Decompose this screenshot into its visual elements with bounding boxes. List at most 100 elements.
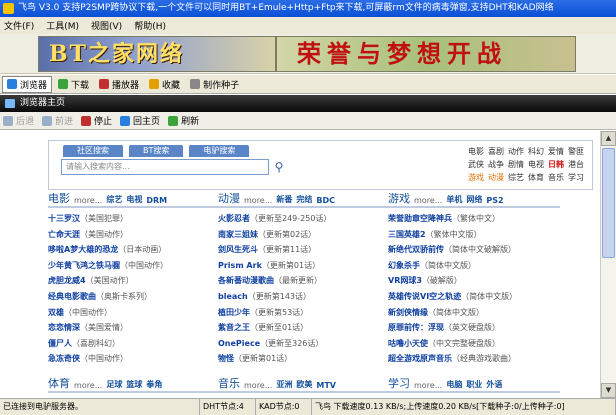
section-title[interactable]: 体育 (48, 378, 70, 391)
item-title[interactable]: 幻象杀手 (388, 261, 420, 270)
section-sub-link[interactable]: 足球 (106, 379, 122, 391)
toolbar-player-button[interactable]: 播放器 (95, 76, 143, 93)
section-title[interactable]: 游戏 (388, 193, 410, 206)
item-title[interactable]: 各新番动漫歌曲 (218, 276, 274, 285)
menu-file[interactable]: 文件(F) (4, 19, 34, 32)
section-sub-link[interactable]: BDC (316, 196, 335, 206)
list-item[interactable]: 火影忍者（更新至249-250话） (218, 211, 390, 227)
list-item[interactable]: 原罪前传：浮现（英文硬盘版） (388, 320, 560, 336)
category-link[interactable]: 动作 (508, 147, 524, 156)
category-link[interactable]: 喜剧 (488, 147, 504, 156)
list-item[interactable]: Prism Ark（更新第01话） (218, 258, 390, 274)
refresh-button[interactable]: 刷新 (168, 114, 199, 127)
section-sub-link[interactable]: MTV (316, 381, 336, 391)
list-item[interactable]: 紫音之王（更新至01话） (218, 320, 390, 336)
section-sub-link[interactable]: 欧美 (296, 379, 312, 391)
section-title[interactable]: 学习 (388, 378, 410, 391)
section-title[interactable]: 动漫 (218, 193, 240, 206)
item-title[interactable]: 僵尸人 (48, 339, 72, 348)
item-title[interactable]: 经典电影歌曲 (48, 292, 96, 301)
section-sub-link[interactable]: 外语 (486, 379, 502, 391)
section-sub-link[interactable]: 综艺 (106, 194, 122, 206)
category-link[interactable]: 动漫 (488, 173, 504, 182)
list-item[interactable]: 咕噜小天使（中文完整硬盘版） (388, 336, 560, 352)
item-title[interactable]: 少年黄飞鸿之铁马骝 (48, 261, 120, 270)
category-link[interactable]: 学习 (568, 173, 584, 182)
list-item[interactable]: 虎胆龙威4（美国动作） (48, 273, 220, 289)
section-sub-link[interactable]: 拳角 (146, 379, 162, 391)
item-title[interactable]: 紫音之王 (218, 323, 250, 332)
section-more-link[interactable]: more... (414, 196, 442, 206)
list-item[interactable]: 三国英雄2（繁体中文版） (388, 227, 560, 243)
list-item[interactable]: 超全游戏原声音乐（经典游戏歌曲） (388, 351, 560, 367)
section-sub-link[interactable]: 电脑 (446, 379, 462, 391)
menu-view[interactable]: 视图(V) (91, 19, 122, 32)
scroll-thumb[interactable] (602, 148, 615, 258)
search-tab[interactable]: 社区搜索 (63, 145, 123, 157)
section-title[interactable]: 音乐 (218, 378, 240, 391)
list-item[interactable]: 新剑侠情缘（简体中文版） (388, 305, 560, 321)
category-link[interactable]: 游戏 (468, 173, 484, 182)
banner-logo[interactable]: BT之家网络 (38, 36, 276, 72)
vertical-scrollbar[interactable]: ▲ ▼ (600, 131, 616, 398)
item-title[interactable]: 虎胆龙威4 (48, 276, 86, 285)
item-title[interactable]: 急冻奇侠 (48, 354, 80, 363)
toolbar-favorite-button[interactable]: 收藏 (145, 76, 184, 93)
list-item[interactable]: 恋恋情深（美国爱情） (48, 320, 220, 336)
item-title[interactable]: 火影忍者 (218, 214, 250, 223)
list-item[interactable]: 急冻奇侠（中国动作） (48, 351, 220, 367)
category-link[interactable]: 科幻 (528, 147, 544, 156)
toolbar-browser-button[interactable]: 浏览器 (2, 75, 53, 93)
list-item[interactable]: 双雄（中国动作） (48, 305, 220, 321)
item-title[interactable]: 荣誉勋章空降神兵 (388, 214, 452, 223)
section-sub-link[interactable]: 完结 (296, 194, 312, 206)
category-link[interactable]: 电视 (528, 160, 544, 169)
list-item[interactable]: bleach（更新第143话） (218, 289, 390, 305)
search-tab[interactable]: 电驴搜索 (189, 145, 250, 157)
list-item[interactable]: 剑风生死斗（更新第11话） (218, 242, 390, 258)
section-more-link[interactable]: more... (244, 196, 272, 206)
item-title[interactable]: VR网球3 (388, 276, 422, 285)
section-more-link[interactable]: more... (414, 381, 442, 391)
forward-button[interactable]: 前进 (42, 114, 73, 127)
list-item[interactable]: 少年黄飞鸿之铁马骝（中国动作） (48, 258, 220, 274)
list-item[interactable]: 各新番动漫歌曲（最新更新） (218, 273, 390, 289)
item-title[interactable]: 双雄 (48, 308, 64, 317)
section-sub-link[interactable]: DRM (146, 196, 167, 206)
item-title[interactable]: 南家三姐妹 (218, 230, 258, 239)
item-title[interactable]: 植田少年 (218, 308, 250, 317)
section-more-link[interactable]: more... (244, 381, 272, 391)
item-title[interactable]: 十三罗汉 (48, 214, 80, 223)
list-item[interactable]: 哆啦A梦大雄的恐龙（日本动画） (48, 242, 220, 258)
list-item[interactable]: 亡命天涯（美国动作） (48, 227, 220, 243)
menu-tools[interactable]: 工具(M) (46, 19, 79, 32)
item-title[interactable]: bleach (218, 292, 248, 301)
category-link[interactable]: 音乐 (548, 173, 564, 182)
section-sub-link[interactable]: 单机 (446, 194, 462, 206)
list-item[interactable]: 荣誉勋章空降神兵（繁体中文） (388, 211, 560, 227)
list-item[interactable]: 物怪（更新第01话） (218, 351, 390, 367)
item-title[interactable]: 英雄传说VI空之轨迹 (388, 292, 461, 301)
list-item[interactable]: 英雄传说VI空之轨迹（简体中文版） (388, 289, 560, 305)
search-icon[interactable]: ⚲ (271, 159, 287, 175)
category-link[interactable]: 剧情 (508, 160, 524, 169)
list-item[interactable]: 新绝代双骄前传（简体中文破解版） (388, 242, 560, 258)
stop-button[interactable]: 停止 (81, 114, 112, 127)
list-item[interactable]: 僵尸人（喜剧科幻） (48, 336, 220, 352)
list-item[interactable]: 十三罗汉（美国犯罪） (48, 211, 220, 227)
section-sub-link[interactable]: 亚洲 (276, 379, 292, 391)
item-title[interactable]: 三国英雄2 (388, 230, 426, 239)
list-item[interactable]: 经典电影歌曲（奥斯卡系列） (48, 289, 220, 305)
menu-help[interactable]: 帮助(H) (134, 19, 166, 32)
category-link[interactable]: 战争 (488, 160, 504, 169)
search-input[interactable]: 请输入搜索内容... (61, 159, 269, 175)
category-link[interactable]: 港台 (568, 160, 584, 169)
search-tab[interactable]: BT搜索 (129, 145, 184, 157)
category-link[interactable]: 综艺 (508, 173, 524, 182)
toolbar-download-button[interactable]: 下载 (54, 76, 93, 93)
category-link[interactable]: 电影 (468, 147, 484, 156)
item-title[interactable]: 物怪 (218, 354, 234, 363)
item-title[interactable]: 超全游戏原声音乐 (388, 354, 452, 363)
list-item[interactable]: VR网球3（破解版） (388, 273, 560, 289)
list-item[interactable]: OnePiece（更新至326话） (218, 336, 390, 352)
